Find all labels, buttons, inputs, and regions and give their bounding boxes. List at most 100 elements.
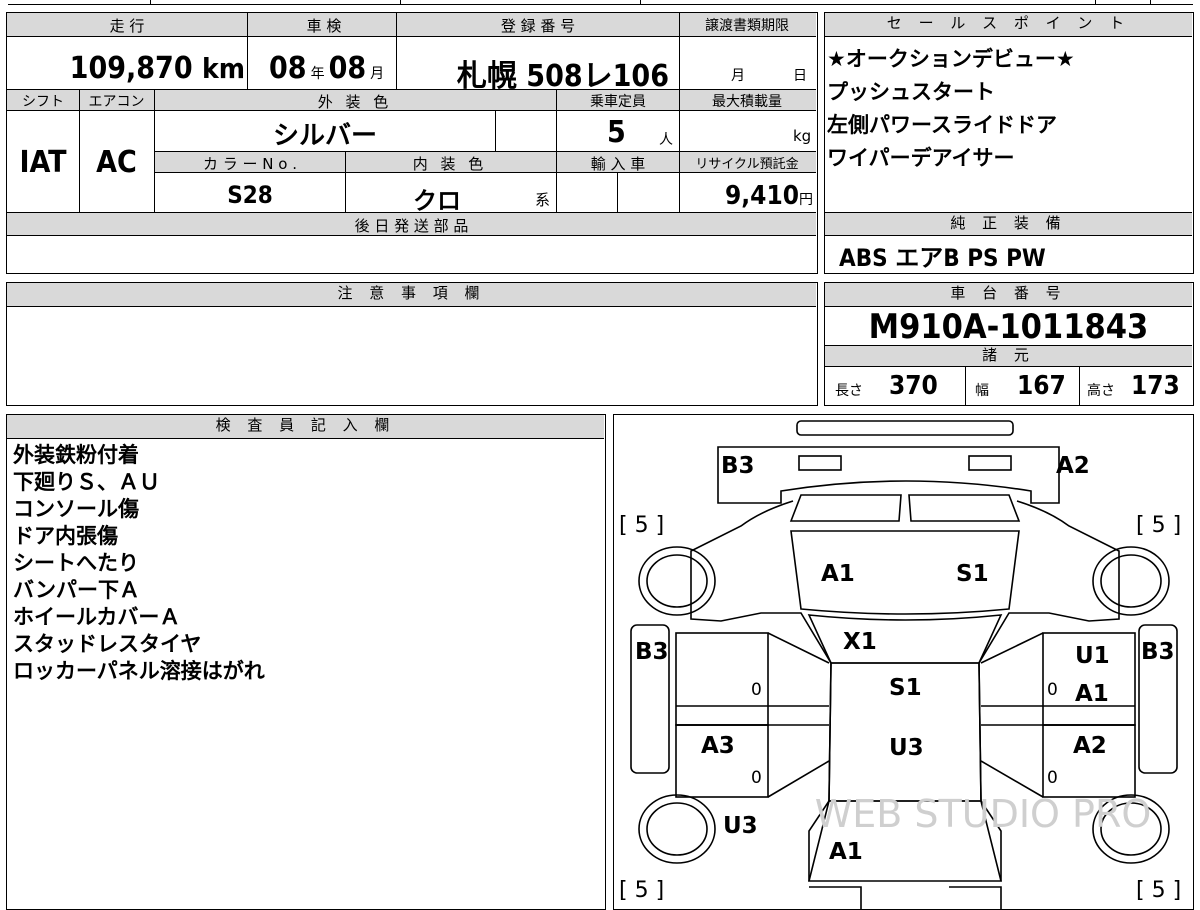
front-lamp-right: [968, 455, 1012, 471]
divider: [679, 13, 680, 212]
mileage-unit: km: [202, 52, 245, 85]
divider: [79, 89, 80, 212]
registration-label: 登 録 番 号: [500, 17, 576, 35]
shaken-value-wrap: 08 年 08 月: [269, 51, 384, 86]
top-strip-divider: [1095, 0, 1096, 5]
color-no-value: S28: [227, 181, 273, 209]
width-value: 167: [1017, 371, 1066, 401]
top-strip-divider: [1150, 0, 1151, 5]
chassis-value: M910A-1011843: [868, 307, 1149, 347]
zero-mark: 0: [751, 768, 762, 788]
top-strip-line: [8, 4, 1193, 5]
mark-front-right: A2: [1056, 453, 1090, 479]
wheel-front-right: [1092, 546, 1170, 616]
inspector-line: コンソール傷: [13, 497, 139, 521]
divider: [1079, 367, 1080, 405]
mark-left-rear-door: A3: [701, 733, 735, 759]
rear-bumper: [809, 886, 1002, 909]
right-sill: [981, 705, 1135, 726]
ext-color-label: 外 装 色: [317, 93, 393, 111]
chassis-box: 車 台 番 号 M910A-1011843 諸 元 長さ 370 幅 167 高…: [824, 282, 1194, 406]
top-strip-divider: [400, 0, 401, 5]
mark-front-left: B3: [721, 453, 755, 479]
wheel-rear-left-inner: [646, 802, 708, 856]
aircon-label: エアコン: [88, 94, 145, 110]
mark-hood-right: S1: [956, 561, 989, 587]
inspector-line: ホイールカバーＡ: [13, 605, 181, 629]
shaken-label: 車 検: [306, 17, 342, 35]
specs-label: 諸 元: [825, 345, 1192, 367]
inspector-line: スタッドレスタイヤ: [13, 632, 202, 656]
mileage-value: 109,870: [69, 51, 193, 86]
wheel-front-left: [638, 546, 716, 616]
zero-mark: 0: [751, 680, 762, 700]
tire-tread-rear-right: [ 5 ]: [1136, 878, 1181, 903]
length-value: 370: [889, 371, 938, 401]
divider: [345, 151, 346, 212]
left-sill: [676, 705, 829, 726]
top-strip-divider: [150, 0, 151, 5]
seats-unit: 人: [659, 132, 673, 148]
mileage-label: 走 行: [109, 17, 145, 35]
mark-rear: A1: [829, 839, 863, 865]
right-door-seam: [980, 632, 1044, 798]
tire-tread-rear-left: [ 5 ]: [619, 878, 664, 903]
transfer-deadline-label: 譲渡書類期限: [705, 18, 789, 34]
int-color-suffix: 系: [535, 191, 551, 209]
height-label: 高さ: [1087, 383, 1115, 399]
color-no-label: カ ラ ー N o .: [202, 155, 297, 173]
car-diagram: WEB STUDIO PRO B3 A2 A1 S1 X1 S1 U3 B3 U…: [619, 420, 1181, 909]
int-color-value: クロ: [413, 187, 461, 215]
divider: [556, 89, 557, 212]
equipment-value: ABS エアB PS PW: [839, 244, 1046, 272]
notes-box: 注 意 事 項 欄: [6, 282, 818, 406]
grille: [789, 494, 1021, 522]
mark-roof-1: S1: [889, 675, 922, 701]
later-parts-label: 後 日 発 送 部 品: [354, 217, 469, 235]
shaken-year: 08: [269, 51, 307, 86]
recycle-amount: 9,410: [725, 181, 799, 211]
zero-mark: 0: [1047, 768, 1058, 788]
inspector-box: 検 査 員 記 入 欄 外装鉄粉付着 下廻りＳ、ＡＵ コンソール傷 ドア内張傷 …: [6, 414, 606, 910]
chassis-label: 車 台 番 号: [825, 283, 1192, 307]
mark-right-door-2: A1: [1075, 681, 1109, 707]
max-load-unit: kg: [793, 127, 812, 145]
ext-color-value: シルバー: [272, 121, 377, 151]
inspector-label: 検 査 員 記 入 欄: [7, 415, 604, 439]
wheel-rear-left: [638, 794, 716, 864]
mark-right-fender: B3: [1141, 639, 1175, 665]
inspector-line: ドア内張傷: [13, 524, 118, 548]
sales-point-2: プッシュスタート: [827, 80, 995, 104]
shift-value: IAT: [19, 145, 67, 180]
inspector-line: 外装鉄粉付着: [13, 443, 139, 467]
windshield: [807, 614, 1003, 664]
mark-right-rear-door: A2: [1073, 733, 1107, 759]
divider: [396, 13, 397, 89]
damage-diagram-box: WEB STUDIO PRO B3 A2 A1 S1 X1 S1 U3 B3 U…: [613, 414, 1194, 910]
equipment-label: 純 正 装 備: [825, 212, 1192, 236]
inspector-line: ロッカーパネル溶接はがれ: [13, 659, 265, 683]
wheel-front-right-inner: [1100, 554, 1162, 608]
sales-points-label: セ ー ル ス ポ イ ン ト: [825, 13, 1192, 37]
tire-tread-front-left: [ 5 ]: [619, 513, 664, 538]
inspector-line: 下廻りＳ、ＡＵ: [13, 470, 160, 494]
sales-point-3: 左側パワースライドドア: [827, 113, 1057, 137]
int-color-label: 内 装 色: [412, 155, 488, 173]
recycle-value: 9,410円: [679, 181, 813, 211]
divider: [247, 13, 248, 89]
month-unit: 月: [370, 66, 385, 82]
sales-points-box: セ ー ル ス ポ イ ン ト ★オークションデビュー★ プッシュスタート 左側…: [824, 12, 1194, 274]
import-label: 輸 入 車: [590, 155, 646, 173]
zero-mark: 0: [1047, 680, 1058, 700]
wheel-front-left-inner: [646, 554, 708, 608]
year-unit: 年: [310, 66, 325, 82]
inspector-line: シートへたり: [13, 551, 139, 575]
divider: [154, 89, 155, 212]
max-load-label: 最大積載量: [712, 94, 782, 110]
aircon-value: AC: [96, 145, 137, 180]
mark-hood-left: A1: [821, 561, 855, 587]
shaken-month: 08: [328, 51, 367, 86]
width-label: 幅: [975, 383, 989, 399]
mark-right-door-1: U1: [1075, 643, 1110, 669]
shift-label: シフト: [22, 94, 64, 110]
